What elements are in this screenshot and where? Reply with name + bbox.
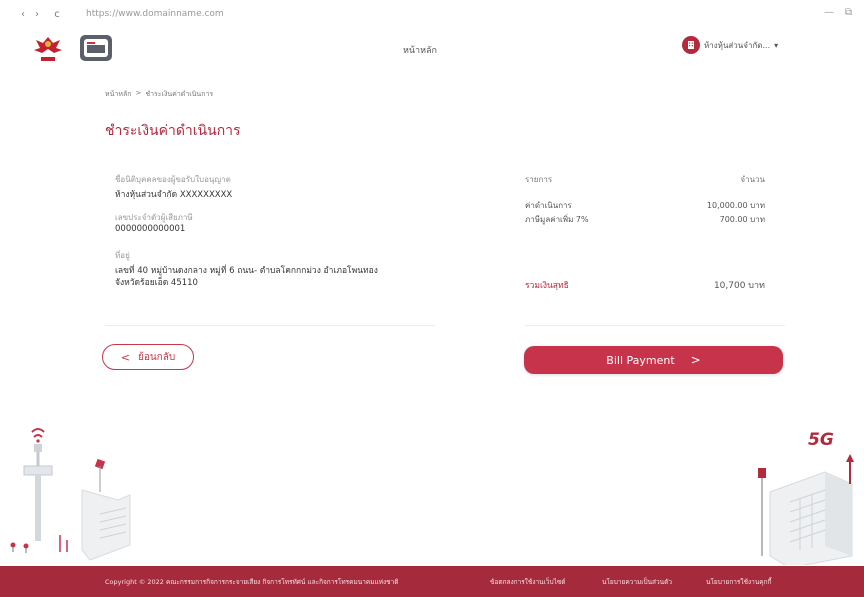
payment-details: ชื่อนิติบุคคลของผู้ขอรับใบอนุญาต ห้างหุ้… xyxy=(105,165,785,335)
summary-amount-header: จำนวน xyxy=(740,175,765,184)
bill-payment-button[interactable]: Bill Payment > xyxy=(524,346,783,374)
summary-row-value: 700.00 บาท xyxy=(719,215,765,224)
footer-link-terms[interactable]: ข้อตกลงการใช้งานเว็บไซต์ xyxy=(490,577,566,587)
chevron-right-icon: > xyxy=(690,353,701,367)
divider xyxy=(525,325,785,326)
taxid-label: เลขประจำตัวผู้เสียภาษี xyxy=(115,213,193,222)
telecom-tower-illustration xyxy=(10,428,131,561)
breadcrumb-separator: > xyxy=(135,89,142,97)
address-line2: จังหวัดร้อยเอ็ด 45110 xyxy=(115,278,198,288)
breadcrumb: หน้าหลัก > ชำระเงินค่าดำเนินการ xyxy=(105,89,213,100)
chevron-left-icon: < xyxy=(120,350,130,364)
company-building-icon xyxy=(682,36,700,54)
address-label: ที่อยู่ xyxy=(115,251,130,260)
back-button[interactable]: < ย้อนกลับ xyxy=(102,344,194,370)
net-total-label: รวมเงินสุทธิ xyxy=(525,281,569,291)
page-title: ชำระเงินค่าดำเนินการ xyxy=(105,122,241,138)
forward-arrow-icon[interactable]: › xyxy=(30,9,44,20)
breadcrumb-current: ชำระเงินค่าดำเนินการ xyxy=(145,90,214,98)
site-header: หน้าหลัก ห้างหุ้นส่วนจำกัด... ▾ xyxy=(0,30,864,66)
5g-building-illustration: 5G xyxy=(758,430,854,565)
app-logo-icon[interactable] xyxy=(78,33,114,63)
footer-copyright: Copyright © 2022 คณะกรรมการกิจการกระจายเ… xyxy=(105,577,399,586)
footer-link-privacy[interactable]: นโยบายความเป็นส่วนตัว xyxy=(602,577,672,587)
company-value: ห้างหุ้นส่วนจำกัด XXXXXXXXX xyxy=(115,190,233,200)
back-button-label: ย้อนกลับ xyxy=(137,351,176,363)
browser-toolbar: ‹ › c https://www.domainname.com — ⧉ xyxy=(0,0,864,28)
company-label: ชื่อนิติบุคคลของผู้ขอรับใบอนุญาต xyxy=(115,175,231,184)
user-name: ห้างหุ้นส่วนจำกัด... xyxy=(704,40,771,50)
site-footer: Copyright © 2022 คณะกรรมการกิจการกระจายเ… xyxy=(0,566,864,597)
reload-icon[interactable]: c xyxy=(50,9,64,20)
net-total-value: 10,700 บาท xyxy=(713,281,765,291)
footer-link-cookies[interactable]: นโยบายการใช้งานคุกกี้ xyxy=(706,577,771,587)
5g-label: 5G xyxy=(808,430,834,450)
summary-row-label: ค่าดำเนินการ xyxy=(525,201,572,210)
bill-payment-label: Bill Payment xyxy=(606,353,675,367)
summary-row-value: 10,000.00 บาท xyxy=(706,201,765,210)
back-arrow-icon[interactable]: ‹ xyxy=(16,9,30,20)
restore-icon[interactable]: ⧉ xyxy=(845,7,852,18)
summary-row-label: ภาษีมูลค่าเพิ่ม 7% xyxy=(525,215,589,224)
user-menu[interactable]: ห้างหุ้นส่วนจำกัด... ▾ xyxy=(682,36,778,54)
divider xyxy=(105,325,435,326)
nav-home-link[interactable]: หน้าหลัก xyxy=(360,44,480,58)
breadcrumb-home[interactable]: หน้าหลัก xyxy=(105,89,131,100)
chevron-down-icon[interactable]: ▾ xyxy=(774,41,778,50)
address-bar[interactable]: https://www.domainname.com xyxy=(86,9,224,19)
garuda-emblem-icon[interactable] xyxy=(30,34,66,64)
taxid-value: 0000000000001 xyxy=(115,224,186,234)
minimize-icon[interactable]: — xyxy=(824,7,834,18)
summary-item-header: รายการ xyxy=(525,175,553,184)
